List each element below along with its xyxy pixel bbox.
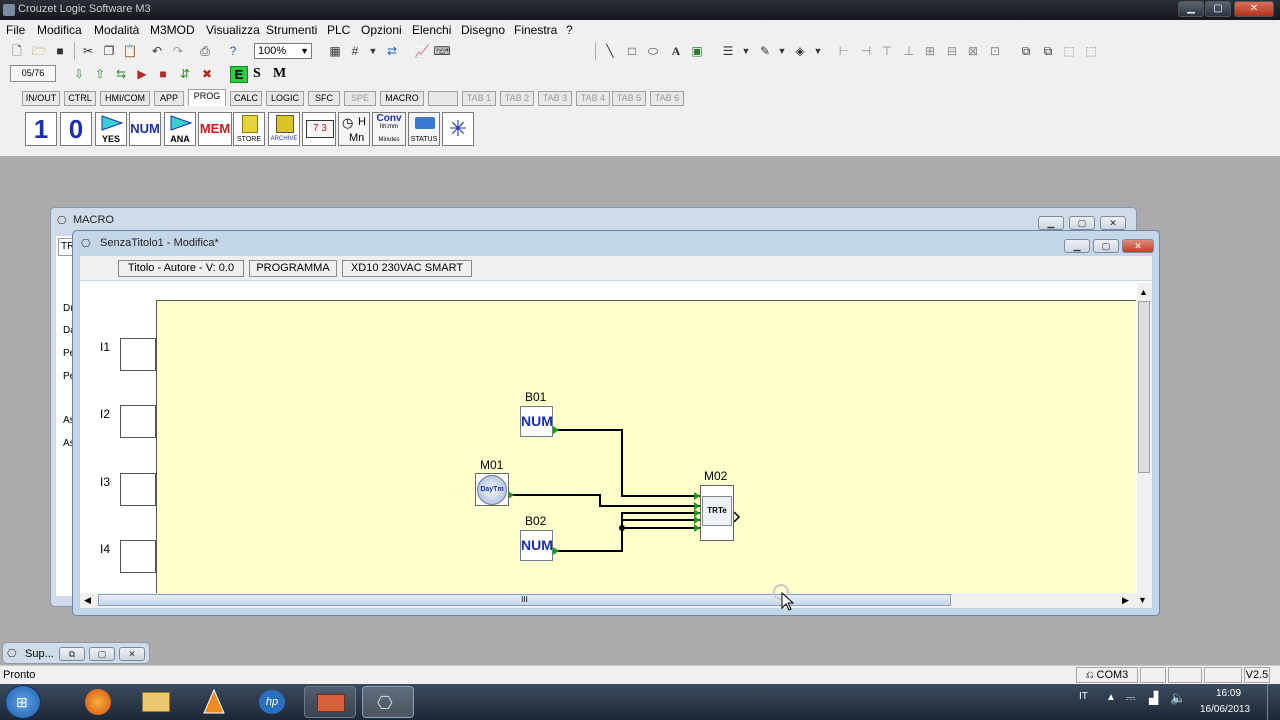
timer-clock-icon: TRTe xyxy=(702,496,732,526)
serial-port-icon: ⎌ xyxy=(1085,670,1097,681)
minimized-restore-button[interactable]: ⧉ xyxy=(59,647,85,661)
block-label-b01: B01 xyxy=(525,390,547,404)
vlc-cone-icon xyxy=(203,689,225,714)
vlc-taskbar-button[interactable] xyxy=(188,686,240,718)
output-pin-m02 xyxy=(733,511,741,523)
block-b01-num[interactable]: NUM xyxy=(520,406,553,437)
clock-time[interactable]: 16:09 xyxy=(1216,688,1241,699)
scroll-up-icon[interactable]: ▲ xyxy=(1139,287,1148,297)
horizontal-scrollbar[interactable]: ◀ III ▶ ▼ xyxy=(80,593,1152,608)
power-icon[interactable]: ⎓ xyxy=(1126,691,1136,706)
crouzet-taskbar-button[interactable]: ⎔ xyxy=(362,686,414,718)
output-pin-b02 xyxy=(553,547,559,555)
network-icon[interactable]: ▟ xyxy=(1149,691,1158,705)
status-text: Pronto xyxy=(3,669,36,681)
scroll-right-icon[interactable]: ▶ xyxy=(1122,595,1129,606)
wire-b01-m02 xyxy=(555,429,700,497)
taskbar: ⊞ hp ⎔ IT ▲ ⎓ ▟ 🔈 16:09 16/06/2013 xyxy=(0,684,1280,720)
clock-date[interactable]: 16/06/2013 xyxy=(1200,704,1250,715)
firefox-icon xyxy=(85,689,111,715)
start-button[interactable]: ⊞ xyxy=(5,685,41,719)
wire-b02-m02 xyxy=(555,519,700,552)
output-pin-b01 xyxy=(553,426,559,434)
show-desktop-button[interactable] xyxy=(1267,684,1280,720)
wire-junction xyxy=(619,525,625,531)
explorer-taskbar-button[interactable] xyxy=(130,686,182,718)
status-cell-empty xyxy=(1168,667,1202,683)
show-hidden-icons-icon[interactable]: ▲ xyxy=(1106,692,1116,703)
minimized-window[interactable]: ⎔ Sup... ⧉ ▢ ✕ xyxy=(2,642,150,664)
volume-icon[interactable]: 🔈 xyxy=(1170,690,1186,706)
presentation-icon xyxy=(317,694,345,712)
block-label-m02: M02 xyxy=(704,469,728,483)
hp-taskbar-button[interactable]: hp xyxy=(246,686,298,718)
scroll-down-icon[interactable]: ▼ xyxy=(1138,595,1147,605)
block-label-m01: M01 xyxy=(480,458,504,472)
scroll-left-icon[interactable]: ◀ xyxy=(84,595,91,606)
block-label-b02: B02 xyxy=(525,514,547,528)
windows-logo-icon: ⊞ xyxy=(16,694,28,710)
vertical-scrollbar[interactable]: ▲ xyxy=(1137,283,1152,593)
wires-layer xyxy=(508,426,741,555)
minimized-window-title: Sup... xyxy=(25,648,54,660)
crouzet-app-icon: ⎔ xyxy=(377,693,393,713)
hp-icon: hp xyxy=(259,690,285,714)
block-m02-timer[interactable]: TRTe xyxy=(700,485,734,541)
block-m01-daytime[interactable]: DayTm xyxy=(475,473,509,506)
mouse-cursor-icon xyxy=(773,584,795,611)
version-indicator: V2.5 xyxy=(1244,667,1270,683)
minimized-close-button[interactable]: ✕ xyxy=(119,647,145,661)
com-port-text: COM3 xyxy=(1096,669,1129,681)
status-cell-empty xyxy=(1140,667,1166,683)
daytime-clock-icon: DayTm xyxy=(477,475,507,505)
language-indicator[interactable]: IT xyxy=(1079,691,1088,702)
vertical-scroll-thumb[interactable] xyxy=(1138,301,1150,473)
folder-icon xyxy=(142,692,170,712)
minimized-maximize-button[interactable]: ▢ xyxy=(89,647,115,661)
minimized-window-icon: ⎔ xyxy=(7,648,17,660)
status-cell-empty xyxy=(1204,667,1242,683)
block-b02-num[interactable]: NUM xyxy=(520,530,553,561)
horizontal-scroll-thumb[interactable]: III xyxy=(98,594,951,606)
com-port-indicator: ⎌ COM3 xyxy=(1076,667,1138,683)
presentation-taskbar-button[interactable] xyxy=(304,686,356,718)
firefox-taskbar-button[interactable] xyxy=(72,686,124,718)
